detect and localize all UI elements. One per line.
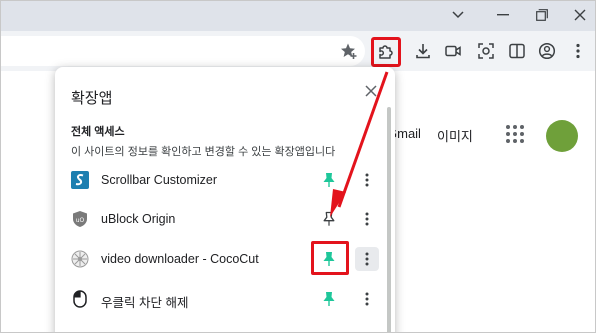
extensions-button-highlight [371,37,401,67]
mouse-icon [71,290,89,308]
close-icon[interactable] [359,79,383,103]
extension-name: video downloader - CocoCut [101,252,259,266]
browser-window: Gmail 이미지 확장앱 전체 액세스 이 사이트의 정보를 확인하고 변경할… [0,0,596,333]
extension-row[interactable]: 우클릭 차단 해제 [55,281,387,317]
ublock-origin-icon: uO [71,210,89,228]
close-icon[interactable] [567,4,593,26]
minimize-icon[interactable] [490,4,516,26]
extension-row[interactable]: Scrollbar Customizer [55,162,387,198]
images-link[interactable]: 이미지 [437,126,473,145]
cococut-icon [71,250,89,268]
chevron-down-icon[interactable] [445,4,471,26]
pin-icon[interactable] [319,170,339,190]
title-bar [1,1,595,31]
pin-outline-icon[interactable] [319,209,339,229]
more-vert-icon[interactable] [566,39,590,63]
more-vert-icon[interactable] [355,287,379,311]
pin-button-highlight [311,241,349,275]
popup-scrollbar[interactable] [387,107,391,332]
extension-row[interactable]: uO uBlock Origin [55,201,387,237]
svg-text:uO: uO [76,217,85,224]
profile-icon[interactable] [535,39,559,63]
extensions-popup: 확장앱 전체 액세스 이 사이트의 정보를 확인하고 변경할 수 있는 확장앱입… [55,67,395,332]
extension-name: Scrollbar Customizer [101,173,218,187]
avatar[interactable] [546,120,578,152]
popup-title: 확장앱 [71,90,113,107]
section-title: 전체 액세스 [71,126,125,138]
extension-name: uBlock Origin [101,212,176,226]
download-icon[interactable] [411,39,435,63]
star-add-icon[interactable] [337,39,361,63]
more-vert-icon[interactable] [355,247,379,271]
scrollbar-customizer-icon [71,171,89,189]
extension-name: 우클릭 차단 해제 [101,296,189,310]
screenshot-icon[interactable] [474,39,498,63]
pin-icon[interactable] [319,289,339,309]
more-vert-icon[interactable] [355,207,379,231]
section-description: 이 사이트의 정보를 확인하고 변경할 수 있는 확장앱입니다 [71,146,336,158]
apps-grid-icon[interactable] [506,125,524,143]
toolbar [1,31,595,71]
cast-icon[interactable] [441,39,465,63]
restore-icon[interactable] [529,4,555,26]
split-view-icon[interactable] [505,39,529,63]
more-vert-icon[interactable] [355,168,379,192]
address-bar[interactable] [1,36,365,66]
